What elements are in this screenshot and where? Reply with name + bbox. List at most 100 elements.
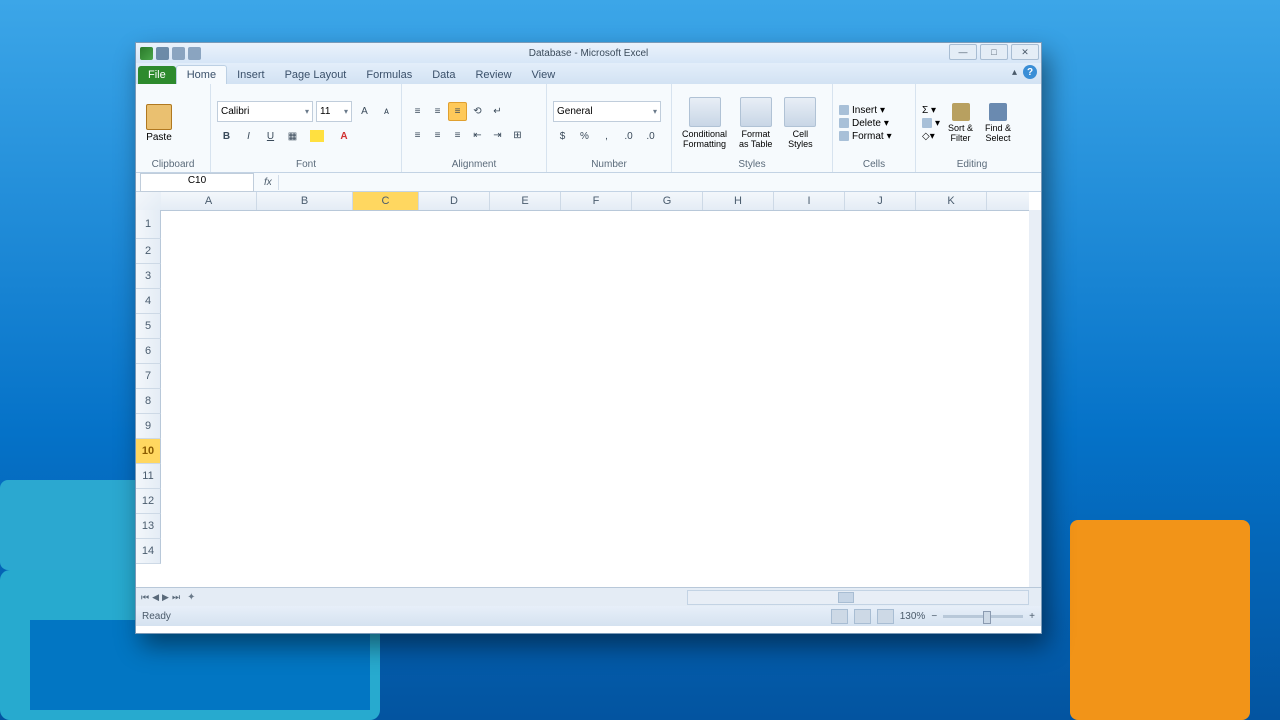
format-as-table-button[interactable]: Format as Table bbox=[735, 95, 776, 151]
column-header[interactable]: E bbox=[490, 192, 561, 210]
zoom-slider[interactable] bbox=[943, 615, 1023, 618]
formula-input[interactable] bbox=[278, 175, 1041, 190]
tab-file[interactable]: File bbox=[138, 66, 176, 84]
align-middle-button[interactable]: ≡ bbox=[428, 102, 447, 121]
align-left-button[interactable]: ≡ bbox=[408, 126, 427, 145]
prev-sheet-button[interactable]: ◀ bbox=[151, 592, 160, 603]
orientation-button[interactable]: ⟲ bbox=[468, 102, 487, 121]
cell-styles-button[interactable]: Cell Styles bbox=[780, 95, 820, 151]
tab-data[interactable]: Data bbox=[422, 66, 465, 84]
maximize-button[interactable]: □ bbox=[980, 44, 1008, 60]
font-size-combo[interactable]: 11 bbox=[316, 101, 352, 122]
sort-filter-button[interactable]: Sort & Filter bbox=[944, 101, 977, 145]
percent-button[interactable]: % bbox=[575, 127, 594, 146]
save-icon[interactable] bbox=[156, 47, 169, 60]
tab-review[interactable]: Review bbox=[465, 66, 521, 84]
name-box[interactable]: C10 bbox=[140, 173, 254, 192]
column-header[interactable]: H bbox=[703, 192, 774, 210]
row-header[interactable]: 14 bbox=[136, 539, 161, 564]
app-icon[interactable] bbox=[140, 47, 153, 60]
font-name-combo[interactable]: Calibri bbox=[217, 101, 313, 122]
row-header[interactable]: 13 bbox=[136, 514, 161, 539]
vertical-scrollbar[interactable] bbox=[1029, 210, 1041, 587]
align-right-button[interactable]: ≡ bbox=[448, 126, 467, 145]
insert-cells-button[interactable]: Insert ▾ bbox=[839, 105, 892, 116]
fx-icon[interactable]: fx bbox=[258, 177, 278, 188]
tab-home[interactable]: Home bbox=[176, 65, 227, 84]
align-top-button[interactable]: ≡ bbox=[408, 102, 427, 121]
conditional-formatting-button[interactable]: Conditional Formatting bbox=[678, 95, 731, 151]
tab-insert[interactable]: Insert bbox=[227, 66, 275, 84]
tab-page-layout[interactable]: Page Layout bbox=[275, 66, 357, 84]
column-header[interactable]: F bbox=[561, 192, 632, 210]
column-header[interactable]: A bbox=[161, 192, 257, 210]
currency-button[interactable]: $ bbox=[553, 127, 572, 146]
row-header[interactable]: 11 bbox=[136, 464, 161, 489]
column-header[interactable]: I bbox=[774, 192, 845, 210]
next-sheet-button[interactable]: ▶ bbox=[161, 592, 170, 603]
row-header[interactable]: 2 bbox=[136, 239, 161, 264]
delete-cells-button[interactable]: Delete ▾ bbox=[839, 118, 892, 129]
fill-color-button[interactable] bbox=[305, 127, 329, 146]
merge-button[interactable]: ⊞ bbox=[508, 126, 527, 145]
align-center-button[interactable]: ≡ bbox=[428, 126, 447, 145]
tab-formulas[interactable]: Formulas bbox=[356, 66, 422, 84]
redo-icon[interactable] bbox=[188, 47, 201, 60]
zoom-in-button[interactable]: + bbox=[1029, 611, 1035, 622]
row-header[interactable]: 8 bbox=[136, 389, 161, 414]
row-header[interactable]: 10 bbox=[136, 439, 161, 464]
help-icon[interactable]: ? bbox=[1023, 65, 1037, 79]
italic-button[interactable]: I bbox=[239, 127, 258, 146]
row-header[interactable]: 4 bbox=[136, 289, 161, 314]
row-header[interactable]: 5 bbox=[136, 314, 161, 339]
column-header[interactable]: G bbox=[632, 192, 703, 210]
close-button[interactable]: ✕ bbox=[1011, 44, 1039, 60]
align-bottom-button[interactable]: ≡ bbox=[448, 102, 467, 121]
grow-font-button[interactable]: A bbox=[355, 102, 374, 121]
wrap-text-button[interactable]: ↵ bbox=[488, 102, 507, 121]
border-button[interactable]: ▦ bbox=[283, 127, 302, 146]
row-header[interactable]: 3 bbox=[136, 264, 161, 289]
first-sheet-button[interactable]: ⏮ bbox=[140, 592, 150, 603]
bold-button[interactable]: B bbox=[217, 127, 236, 146]
page-layout-view-button[interactable] bbox=[854, 609, 871, 624]
title-bar[interactable]: Database - Microsoft Excel — □ ✕ bbox=[136, 43, 1041, 63]
find-select-button[interactable]: Find & Select bbox=[981, 101, 1015, 145]
zoom-out-button[interactable]: − bbox=[931, 611, 937, 622]
column-header[interactable]: B bbox=[257, 192, 353, 210]
last-sheet-button[interactable]: ⏭ bbox=[171, 592, 181, 603]
column-header[interactable]: J bbox=[845, 192, 916, 210]
clear-button[interactable]: ◇▾ bbox=[922, 131, 940, 142]
paste-button[interactable]: Paste bbox=[142, 102, 176, 145]
increase-decimal-button[interactable]: .0 bbox=[619, 127, 638, 146]
page-break-view-button[interactable] bbox=[877, 609, 894, 624]
row-header[interactable]: 12 bbox=[136, 489, 161, 514]
ribbon-minimize-icon[interactable]: ▴ bbox=[1012, 67, 1017, 78]
row-header[interactable]: 1 bbox=[136, 210, 161, 239]
row-header[interactable]: 7 bbox=[136, 364, 161, 389]
row-header[interactable]: 6 bbox=[136, 339, 161, 364]
worksheet-grid[interactable]: ABCDEFGHIJK 1234567891011121314 bbox=[136, 192, 1041, 587]
new-sheet-button[interactable]: ✦ bbox=[187, 592, 195, 603]
column-header[interactable]: K bbox=[916, 192, 987, 210]
tab-view[interactable]: View bbox=[522, 66, 566, 84]
shrink-font-button[interactable]: ᴀ bbox=[377, 102, 396, 121]
increase-indent-button[interactable]: ⇥ bbox=[488, 126, 507, 145]
decrease-decimal-button[interactable]: .0 bbox=[641, 127, 660, 146]
select-all-corner[interactable] bbox=[136, 192, 162, 211]
number-format-combo[interactable]: General bbox=[553, 101, 661, 122]
minimize-button[interactable]: — bbox=[949, 44, 977, 60]
decrease-indent-button[interactable]: ⇤ bbox=[468, 126, 487, 145]
comma-button[interactable]: , bbox=[597, 127, 616, 146]
horizontal-scrollbar[interactable] bbox=[687, 590, 1029, 605]
undo-icon[interactable] bbox=[172, 47, 185, 60]
row-header[interactable]: 9 bbox=[136, 414, 161, 439]
column-header[interactable]: D bbox=[419, 192, 490, 210]
font-color-button[interactable]: A bbox=[332, 127, 356, 146]
underline-button[interactable]: U bbox=[261, 127, 280, 146]
fill-button[interactable]: ▾ bbox=[922, 118, 940, 129]
normal-view-button[interactable] bbox=[831, 609, 848, 624]
autosum-button[interactable]: Σ ▾ bbox=[922, 105, 940, 116]
column-header[interactable]: C bbox=[353, 192, 419, 210]
format-cells-button[interactable]: Format ▾ bbox=[839, 131, 892, 142]
